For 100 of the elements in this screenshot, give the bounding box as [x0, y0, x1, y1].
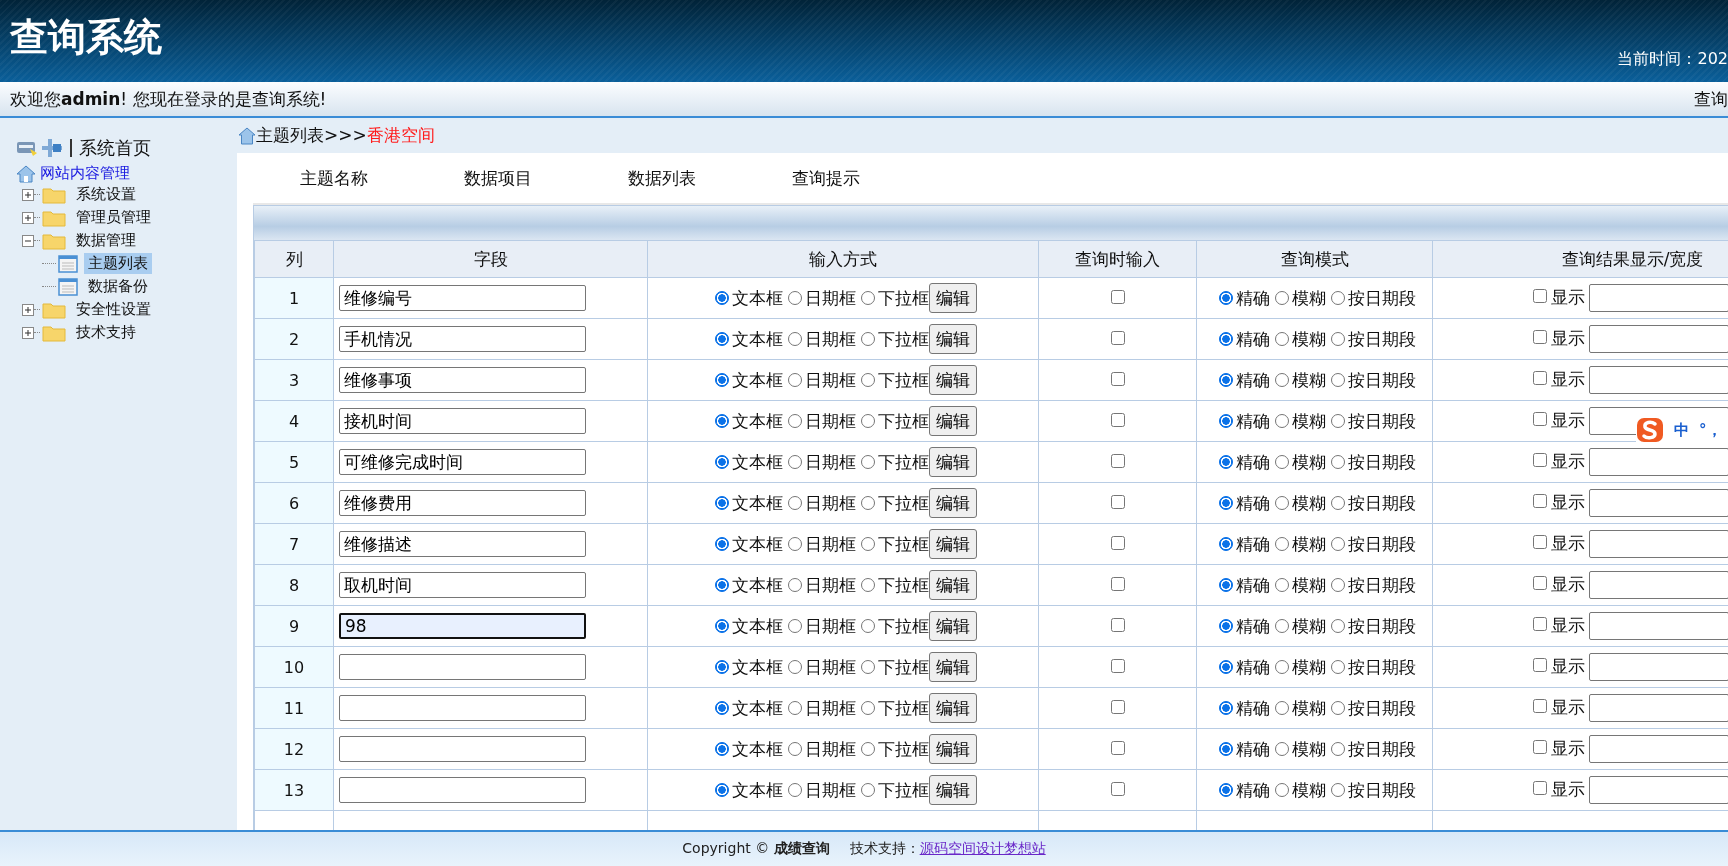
radio-button[interactable]: [714, 619, 729, 633]
radio-button[interactable]: [1330, 619, 1345, 633]
width-input[interactable]: [1589, 325, 1728, 353]
radio-button[interactable]: [1330, 537, 1345, 551]
radio-button[interactable]: [1274, 701, 1289, 715]
radio-button[interactable]: [714, 578, 729, 592]
width-input[interactable]: [1589, 448, 1728, 476]
checkbox[interactable]: [1533, 616, 1547, 631]
radio-button[interactable]: [1330, 578, 1345, 592]
radio-button[interactable]: [1274, 373, 1289, 387]
collapse-icon[interactable]: [22, 234, 34, 247]
radio-button[interactable]: [1330, 455, 1345, 469]
radio-button[interactable]: [787, 414, 802, 428]
field-name-input[interactable]: [339, 777, 586, 803]
edit-button[interactable]: 编辑: [928, 734, 977, 764]
radio-button[interactable]: [1218, 742, 1233, 756]
checkbox[interactable]: [1533, 575, 1547, 590]
radio-button[interactable]: [714, 660, 729, 674]
edit-button[interactable]: 编辑: [928, 529, 977, 559]
checkbox[interactable]: [1110, 494, 1125, 509]
radio-button[interactable]: [787, 455, 802, 469]
checkbox[interactable]: [1110, 289, 1125, 304]
edit-button[interactable]: 编辑: [928, 693, 977, 723]
radio-button[interactable]: [860, 701, 875, 715]
checkbox[interactable]: [1533, 370, 1547, 385]
support-link[interactable]: 源码空间设计梦想站: [919, 840, 1046, 858]
radio-button[interactable]: [714, 291, 729, 305]
radio-button[interactable]: [860, 619, 875, 633]
radio-button[interactable]: [1274, 619, 1289, 633]
radio-button[interactable]: [714, 455, 729, 469]
radio-button[interactable]: [787, 619, 802, 633]
width-input[interactable]: [1589, 694, 1728, 722]
radio-button[interactable]: [860, 578, 875, 592]
radio-button[interactable]: [1218, 578, 1233, 592]
radio-button[interactable]: [787, 701, 802, 715]
radio-button[interactable]: [714, 783, 729, 797]
radio-button[interactable]: [787, 578, 802, 592]
radio-button[interactable]: [714, 496, 729, 510]
radio-button[interactable]: [714, 373, 729, 387]
edit-button[interactable]: 编辑: [928, 611, 977, 641]
tab[interactable]: 数据项目: [464, 166, 628, 190]
radio-button[interactable]: [1274, 291, 1289, 305]
tree-item[interactable]: 主题列表: [84, 253, 152, 274]
radio-button[interactable]: [1218, 455, 1233, 469]
field-name-input[interactable]: [339, 695, 586, 721]
radio-button[interactable]: [1274, 455, 1289, 469]
radio-button[interactable]: [1218, 619, 1233, 633]
home-link[interactable]: 系统首页: [79, 136, 151, 160]
checkbox[interactable]: [1110, 699, 1125, 714]
radio-button[interactable]: [714, 332, 729, 346]
tab[interactable]: 主题名称: [300, 166, 464, 190]
radio-button[interactable]: [1330, 496, 1345, 510]
radio-button[interactable]: [1274, 537, 1289, 551]
checkbox[interactable]: [1533, 780, 1547, 795]
edit-button[interactable]: 编辑: [928, 488, 977, 518]
edit-button[interactable]: 编辑: [928, 570, 977, 600]
radio-button[interactable]: [1274, 742, 1289, 756]
radio-button[interactable]: [1330, 291, 1345, 305]
radio-button[interactable]: [860, 537, 875, 551]
radio-button[interactable]: [787, 291, 802, 305]
radio-button[interactable]: [860, 332, 875, 346]
radio-button[interactable]: [787, 783, 802, 797]
breadcrumb-link[interactable]: 主题列表>>>: [256, 124, 367, 147]
radio-button[interactable]: [860, 373, 875, 387]
checkbox[interactable]: [1533, 698, 1547, 713]
field-name-input[interactable]: [339, 654, 586, 680]
checkbox[interactable]: [1110, 658, 1125, 673]
expand-icon[interactable]: [22, 303, 34, 316]
radio-button[interactable]: [1218, 701, 1233, 715]
radio-button[interactable]: [860, 783, 875, 797]
field-name-input[interactable]: 维修事项: [339, 367, 586, 393]
checkbox[interactable]: [1110, 576, 1125, 591]
field-name-input[interactable]: 取机时间: [339, 572, 586, 598]
field-name-input[interactable]: 98: [339, 613, 586, 639]
radio-button[interactable]: [1218, 537, 1233, 551]
checkbox[interactable]: [1110, 412, 1125, 427]
radio-button[interactable]: [1218, 783, 1233, 797]
edit-button[interactable]: 编辑: [928, 447, 977, 477]
printer-icon[interactable]: [16, 139, 38, 157]
checkbox[interactable]: [1110, 740, 1125, 755]
radio-button[interactable]: [714, 701, 729, 715]
radio-button[interactable]: [1218, 291, 1233, 305]
checkbox[interactable]: [1110, 781, 1125, 796]
field-name-input[interactable]: [339, 736, 586, 762]
field-name-input[interactable]: 手机情况: [339, 326, 586, 352]
edit-button[interactable]: 编辑: [928, 324, 977, 354]
width-input[interactable]: [1589, 530, 1728, 558]
radio-button[interactable]: [860, 414, 875, 428]
ime-logo-icon[interactable]: [1636, 417, 1664, 443]
width-input[interactable]: [1589, 735, 1728, 763]
expand-icon[interactable]: [22, 188, 34, 201]
width-input[interactable]: [1589, 366, 1728, 394]
radio-button[interactable]: [1330, 742, 1345, 756]
field-name-input[interactable]: 维修费用: [339, 490, 586, 516]
tab[interactable]: 数据列表: [628, 166, 792, 190]
radio-button[interactable]: [1274, 660, 1289, 674]
radio-button[interactable]: [860, 742, 875, 756]
radio-button[interactable]: [860, 291, 875, 305]
section-link[interactable]: 网站内容管理: [40, 164, 130, 183]
radio-button[interactable]: [1274, 414, 1289, 428]
